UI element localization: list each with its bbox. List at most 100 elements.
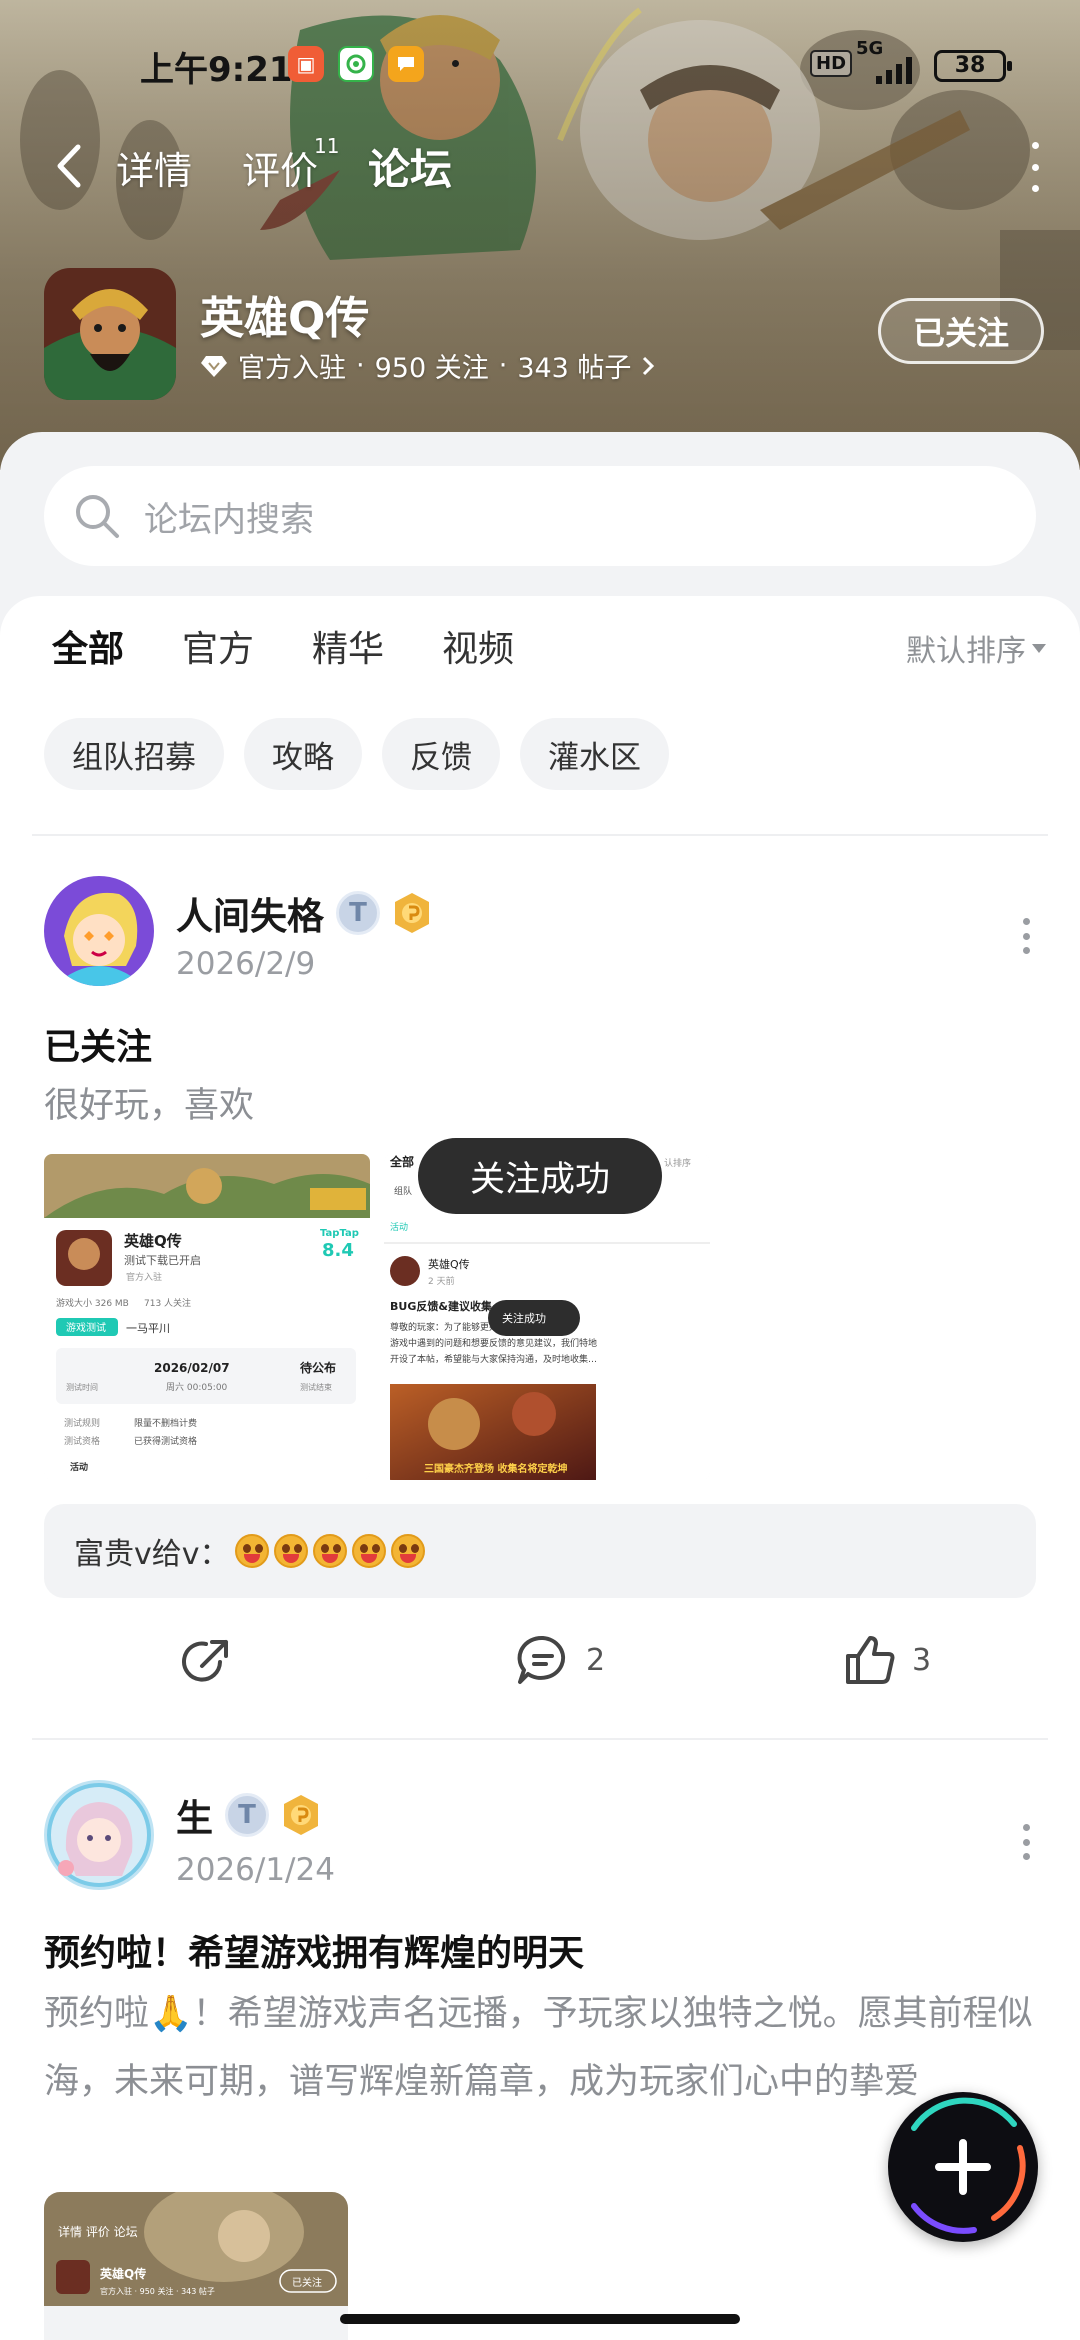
thumb2-sort: 认排序 <box>664 1157 691 1169</box>
divider <box>32 834 1048 836</box>
chip-chat[interactable]: 灌水区 <box>520 718 669 790</box>
hd-icon: HD <box>810 50 853 77</box>
gold-level-badge-icon <box>281 1793 321 1837</box>
search-input[interactable]: 论坛内搜索 <box>44 466 1036 566</box>
circle-app-icon <box>338 46 374 82</box>
posts-count[interactable]: 343 帖子 <box>517 346 631 385</box>
signal-icon <box>876 57 912 84</box>
post-body: 很好玩，喜欢 <box>44 1086 255 1126</box>
share-button[interactable] <box>180 1632 236 1688</box>
search-placeholder: 论坛内搜索 <box>144 499 314 540</box>
fab-ring-decoration <box>911 2097 1026 2234</box>
game-info: 英雄Q传 官方入驻 · 950 关注 · 343 帖子 已关注 <box>44 268 1044 400</box>
sort-dropdown[interactable]: 默认排序 <box>906 626 1046 670</box>
chip-feedback[interactable]: 反馈 <box>382 718 500 790</box>
thumb-qual-value: 已获得测试资格 <box>134 1435 197 1447</box>
laugh-emoji-icon <box>234 1534 269 1568</box>
post-more-button[interactable] <box>1020 1824 1032 1860</box>
post-date: 2026/1/24 <box>176 1852 335 1888</box>
tab-forum[interactable]: 论坛 <box>368 136 453 201</box>
thumb3-follow: 已关注 <box>292 2276 322 2289</box>
gold-level-badge-icon <box>392 891 432 935</box>
thumb-rule-value: 限量不删档计费 <box>134 1417 197 1429</box>
post-image[interactable]: 英雄Q传 测试下载已开启 官方入驻 TapTap 8.4 游戏大小 326 MB… <box>44 1154 370 1480</box>
back-button[interactable] <box>44 138 94 194</box>
comment-icon <box>517 1635 566 1684</box>
reviews-count-badge: 11 <box>314 134 340 158</box>
post-title: 已关注 <box>44 1027 153 1068</box>
thumb-rule-label: 测试规则 <box>64 1417 100 1429</box>
create-post-button[interactable] <box>888 2092 1038 2242</box>
forum-tab-featured[interactable]: 精华 <box>312 620 384 672</box>
post-more-button[interactable] <box>1020 918 1032 954</box>
thumb2-tab: 全部 <box>389 1154 414 1169</box>
game-header-banner: 上午9:21 ▣ HD 5G 38 详情 评价 11 论坛 英雄Q传 官方入驻 … <box>0 0 1080 470</box>
author-name[interactable]: 人间失格 <box>176 886 324 940</box>
post-image[interactable]: 详情 评价 论坛 英雄Q传 官方入驻 · 950 关注 · 343 帖子 已关注 <box>44 2192 348 2340</box>
thumb-test-date-sub: 周六 00:05:00 <box>166 1381 228 1393</box>
message-app-icon <box>388 46 424 82</box>
chevron-right-icon <box>643 356 655 375</box>
follow-button[interactable]: 已关注 <box>878 298 1044 364</box>
avatar[interactable] <box>44 1780 154 1890</box>
post-title: 预约啦！希望游戏拥有辉煌的明天 <box>44 1933 585 1974</box>
author-name[interactable]: 生 <box>176 1788 213 1842</box>
thumb3-meta: 官方入驻 · 950 关注 · 343 帖子 <box>100 2286 215 2296</box>
thumb2-activity: 活动 <box>390 1221 408 1233</box>
caret-down-icon <box>1032 643 1046 653</box>
laugh-emoji-icon <box>390 1534 425 1568</box>
official-label: 官方入驻 <box>238 353 346 384</box>
thumb-test-end: 待公布 <box>300 1360 336 1375</box>
thumb3-game: 英雄Q传 <box>100 2266 146 2281</box>
chip-team-recruit[interactable]: 组队招募 <box>44 718 224 790</box>
more-options-button[interactable] <box>1020 142 1050 192</box>
topic-chips: 组队招募 攻略 反馈 灌水区 <box>44 718 669 790</box>
sort-label: 默认排序 <box>906 634 1026 669</box>
home-indicator[interactable] <box>340 2314 740 2324</box>
forum-tab-video[interactable]: 视频 <box>442 620 514 672</box>
laugh-emoji-icon <box>312 1534 347 1568</box>
thumb2-banner: 三国豪杰齐登场 收集名将定乾坤 <box>424 1462 567 1475</box>
thumb-score-brand: TapTap <box>320 1228 359 1239</box>
thumb2-game: 英雄Q传 <box>428 1257 470 1271</box>
tab-reviews[interactable]: 评价 11 <box>242 134 339 195</box>
comment-count: 2 <box>586 1642 606 1678</box>
chip-guides[interactable]: 攻略 <box>244 718 362 790</box>
avatar[interactable] <box>44 876 154 986</box>
tab-details[interactable]: 详情 <box>116 140 192 195</box>
shopping-app-icon: ▣ <box>288 46 324 82</box>
tapper-badge-icon: T <box>336 891 380 935</box>
thumb-score: 8.4 <box>322 1240 354 1261</box>
meta-separator: · <box>498 350 508 381</box>
forum-tab-official[interactable]: 官方 <box>182 620 254 672</box>
post-date: 2026/2/9 <box>176 946 316 982</box>
thumb2-chip: 组队 <box>394 1185 412 1197</box>
forum-tab-all[interactable]: 全部 <box>52 620 124 678</box>
divider <box>32 1738 1048 1740</box>
like-count: 3 <box>912 1642 932 1678</box>
comment-preview[interactable]: 富贵v给v： <box>44 1504 1036 1598</box>
comment-button[interactable]: 2 <box>514 1632 605 1688</box>
battery-level: 38 <box>954 53 986 78</box>
thumb-game-name: 英雄Q传 <box>124 1232 182 1250</box>
thumb2-desc3: 开设了本帖，希望能与大家保持沟通，及时地收集… <box>390 1353 597 1365</box>
thumb2-mini-toast: 关注成功 <box>502 1311 546 1325</box>
game-title: 英雄Q传 <box>200 293 370 344</box>
post-card[interactable]: 人间失格 T 2026/2/9 已关注 很好玩，喜欢 英雄Q传 测试下载已开启 … <box>0 872 1080 1752</box>
like-button[interactable]: 3 <box>842 1632 931 1688</box>
laugh-emoji-icon <box>351 1534 386 1568</box>
comment-user: 富贵v给v： <box>74 1537 230 1572</box>
thumb3-tabs: 详情 评价 论坛 <box>58 2224 138 2239</box>
forum-tabs: 全部 官方 精华 视频 <box>52 620 572 678</box>
notification-dot-icon <box>452 60 459 67</box>
battery-icon: 38 <box>934 50 1012 82</box>
game-icon[interactable] <box>44 268 176 400</box>
thumb2-title: BUG反馈&建议收集 <box>390 1299 493 1313</box>
followers-count: 950 关注 <box>374 353 489 384</box>
thumb-official: 官方入驻 <box>126 1271 162 1283</box>
post-card[interactable]: 生 T 2026/1/24 预约啦！希望游戏拥有辉煌的明天 预约啦🙏！希望游戏声… <box>0 1780 1080 2340</box>
author-row: 人间失格 T <box>176 886 432 940</box>
laugh-emoji-icon <box>273 1534 308 1568</box>
meta-separator: · <box>356 350 365 381</box>
toast-message: 关注成功 <box>418 1138 662 1214</box>
